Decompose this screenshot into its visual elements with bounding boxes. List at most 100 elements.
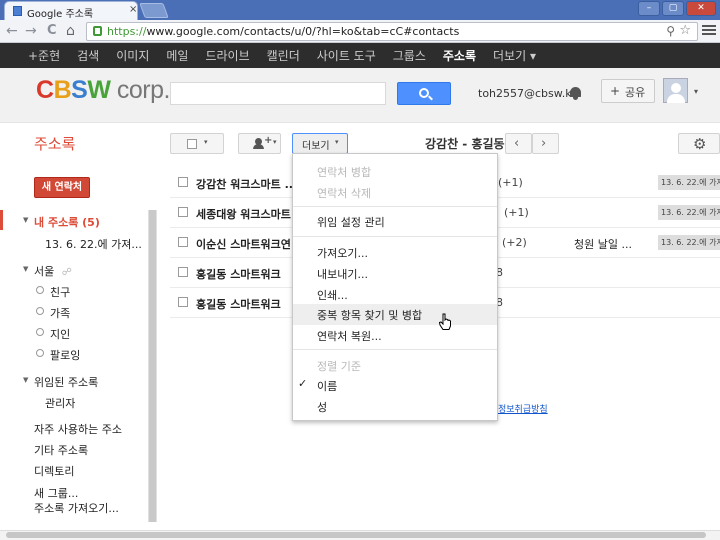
- more-button-label: 더보기: [302, 141, 330, 152]
- settings-button[interactable]: ⚙: [678, 133, 720, 154]
- sidebar-item-friends[interactable]: 친구: [36, 284, 70, 300]
- sidebar-item-directory[interactable]: 디렉토리: [34, 463, 74, 479]
- contact-name[interactable]: 홍길동 스마트워크: [196, 266, 281, 282]
- gbar-item-more[interactable]: 더보기 ▾: [493, 47, 536, 64]
- gbar-item-groups[interactable]: 그룹스: [393, 47, 426, 64]
- company-logo[interactable]: CBSW corp.: [36, 76, 170, 105]
- forward-arrow-icon[interactable]: →: [25, 23, 37, 39]
- menu-item-print[interactable]: 인쇄...: [293, 284, 497, 305]
- menu-item-restore-contacts[interactable]: 연락처 복원...: [293, 325, 497, 346]
- row-checkbox[interactable]: [178, 267, 188, 277]
- group-badge: 13. 6. 22.에 가져왔음: [658, 205, 720, 220]
- zoom-icon[interactable]: ⚲: [666, 24, 675, 38]
- contact-phone: (+2): [502, 236, 527, 249]
- gbar-item-mail[interactable]: 메일: [166, 47, 188, 64]
- gbar-item-images[interactable]: 이미지: [116, 47, 149, 64]
- chevron-down-icon: ▾: [273, 138, 277, 146]
- menu-item-export[interactable]: 내보내기...: [293, 263, 497, 284]
- next-page-button[interactable]: ›: [532, 133, 559, 154]
- sidebar-item-seoul[interactable]: ▼ 서울 ☍: [23, 263, 72, 279]
- gbar-item-contacts[interactable]: 주소록: [443, 47, 476, 64]
- search-input[interactable]: [170, 82, 386, 105]
- reload-icon[interactable]: C: [47, 23, 57, 39]
- avatar[interactable]: [663, 78, 688, 103]
- home-icon[interactable]: ⌂: [66, 23, 75, 39]
- sidebar-item-import[interactable]: 주소록 가져오기...: [34, 500, 119, 516]
- sidebar-item-admin[interactable]: 관리자: [45, 395, 75, 411]
- menu-item-delete-contacts[interactable]: 연락처 삭제: [293, 182, 497, 203]
- bookmark-star-icon[interactable]: ☆: [679, 23, 691, 38]
- close-window-button[interactable]: ✕: [686, 1, 716, 16]
- share-button[interactable]: + 공유: [601, 79, 655, 103]
- menu-item-find-duplicates[interactable]: 중복 항목 찾기 및 병합: [293, 304, 497, 325]
- chevron-down-icon[interactable]: ▾: [694, 87, 698, 96]
- menu-item-sort-by-name[interactable]: ✓ 이름: [293, 375, 497, 396]
- expand-triangle-icon[interactable]: ▼: [23, 376, 28, 384]
- expand-triangle-icon[interactable]: ▼: [23, 216, 28, 224]
- sidebar-item-imported[interactable]: 13. 6. 22.에 가져...: [45, 236, 142, 252]
- gear-icon: ⚙: [693, 135, 707, 153]
- sidebar-item-new-group[interactable]: 새 그룹...: [34, 485, 78, 501]
- sidebar-item-following[interactable]: 팔로잉: [36, 347, 80, 363]
- sidebar-item-other[interactable]: 기타 주소록: [34, 442, 88, 458]
- row-checkbox[interactable]: [178, 207, 188, 217]
- sidebar-item-delegated[interactable]: ▼ 위임된 주소록: [23, 374, 98, 390]
- user-email[interactable]: toh2557@cbsw.kr: [478, 87, 576, 100]
- sidebar-item-frequent[interactable]: 자주 사용하는 주소: [34, 421, 122, 437]
- menu-item-merge-contacts[interactable]: 연락처 병합: [293, 161, 497, 182]
- menu-item-import[interactable]: 가져오기...: [293, 242, 497, 263]
- sidebar-scrollbar-thumb[interactable]: [149, 210, 156, 522]
- previous-page-button[interactable]: ‹: [505, 133, 532, 154]
- menu-divider: [293, 236, 497, 237]
- privacy-policy-link[interactable]: 정보취급방침: [498, 402, 548, 415]
- sidebar-item-my-contacts[interactable]: ▼ 내 주소록 (5): [23, 214, 100, 230]
- contact-name[interactable]: 이순신 스마트워크연...: [196, 236, 303, 252]
- sidebar-item-label: 내 주소록 (5): [34, 216, 100, 229]
- gbar-item-profile[interactable]: +준현: [28, 47, 60, 64]
- menu-item-label: 위임 설정 관리: [317, 216, 385, 229]
- new-contact-button[interactable]: 새 연락처: [34, 177, 90, 198]
- menu-divider: [293, 206, 497, 207]
- contact-name[interactable]: 홍길동 스마트워크: [196, 296, 281, 312]
- contact-name[interactable]: 세종대왕 워크스마트: [196, 206, 291, 222]
- row-checkbox[interactable]: [178, 237, 188, 247]
- horizontal-scrollbar-thumb[interactable]: [6, 532, 706, 538]
- group-badge: 13. 6. 22.에 가져왔음: [658, 235, 720, 250]
- add-to-contacts-button[interactable]: + ▾: [238, 133, 281, 154]
- plus-icon: +: [264, 135, 273, 146]
- menu-item-sort-by-surname[interactable]: 성: [293, 396, 497, 417]
- gbar-item-search[interactable]: 검색: [77, 47, 99, 64]
- browser-menu-icon[interactable]: [702, 23, 716, 36]
- lock-icon: [93, 26, 102, 36]
- menu-item-label: 중복 항목 찾기 및 병합: [317, 309, 423, 322]
- contact-phone: (+1): [504, 206, 529, 219]
- gbar-item-calendar[interactable]: 캘린더: [267, 47, 300, 64]
- browser-tab[interactable]: Google 주소록 ×: [4, 1, 138, 20]
- notification-bell-icon[interactable]: [569, 87, 582, 100]
- menu-item-label: 정렬 기준: [317, 360, 361, 373]
- gbar-item-sites[interactable]: 사이트 도구: [317, 47, 376, 64]
- minimize-button[interactable]: –: [638, 1, 660, 16]
- menu-item-delegation[interactable]: 위임 설정 관리: [293, 211, 497, 232]
- sidebar-item-label: 친구: [50, 286, 71, 299]
- row-checkbox[interactable]: [178, 177, 188, 187]
- address-bar[interactable]: https://www.google.com/contacts/u/0/?hl=…: [86, 22, 698, 41]
- new-tab-button[interactable]: [139, 3, 169, 18]
- page-title[interactable]: 주소록: [34, 133, 75, 154]
- restore-button[interactable]: ▢: [662, 1, 684, 16]
- tab-title: Google 주소록: [27, 9, 94, 20]
- contact-name[interactable]: 강감찬 워크스마트 ...: [196, 176, 297, 192]
- sidebar-item-acquaintances[interactable]: 지인: [36, 326, 70, 342]
- sidebar-item-label: 위임된 주소록: [34, 376, 99, 389]
- back-arrow-icon[interactable]: ←: [6, 23, 18, 39]
- tab-close-icon[interactable]: ×: [129, 4, 137, 15]
- search-button[interactable]: [397, 82, 451, 105]
- share-plus-icon: +: [610, 84, 621, 98]
- sidebar-item-family[interactable]: 가족: [36, 305, 70, 321]
- row-checkbox[interactable]: [178, 297, 188, 307]
- menu-item-label: 성: [317, 401, 328, 414]
- select-all-button[interactable]: ▾: [170, 133, 224, 154]
- more-button[interactable]: 더보기 ▾: [292, 133, 348, 154]
- gbar-item-drive[interactable]: 드라이브: [205, 47, 249, 64]
- expand-triangle-icon[interactable]: ▼: [23, 265, 28, 273]
